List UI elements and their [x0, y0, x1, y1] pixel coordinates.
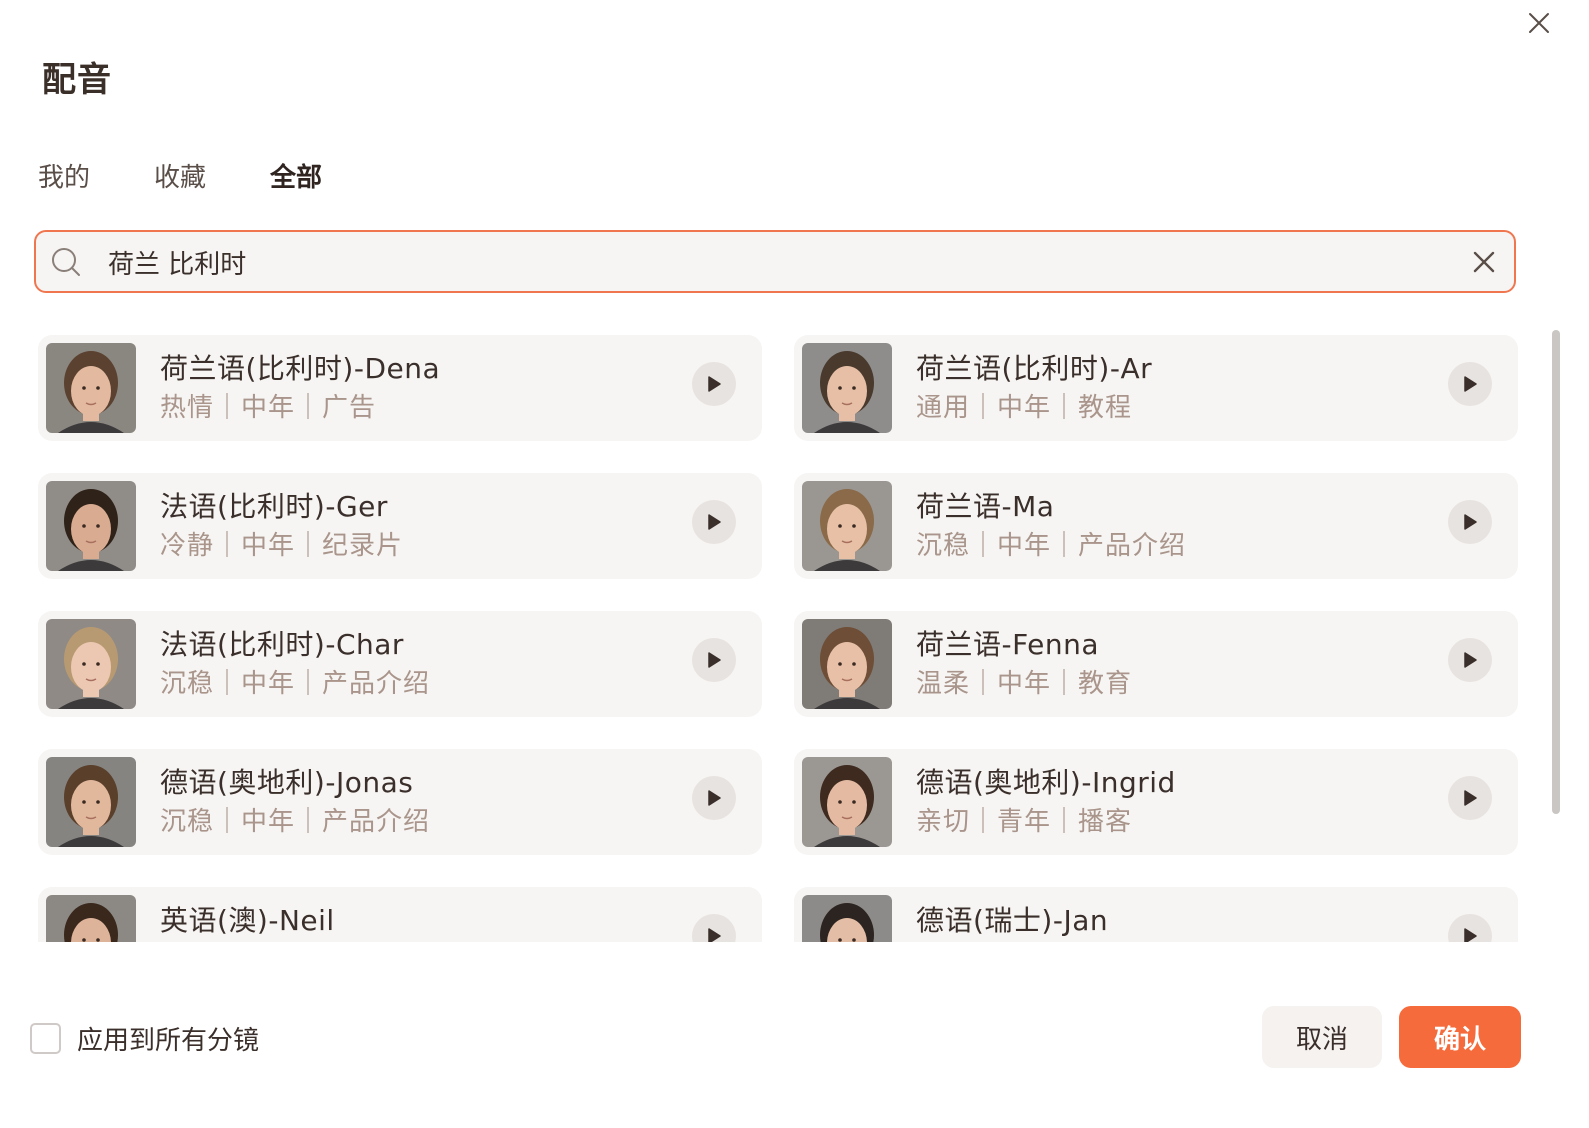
close-icon	[1529, 13, 1549, 33]
search-input[interactable]	[108, 240, 1428, 284]
search-icon	[52, 248, 80, 276]
voice-card[interactable]: 德语(瑞士)-Jan	[794, 887, 1518, 942]
tab-all[interactable]: 全部	[270, 160, 322, 196]
dialog-title: 配音	[42, 60, 112, 100]
voice-avatar	[46, 481, 136, 571]
play-icon	[1464, 790, 1477, 806]
voice-card[interactable]: 荷兰语(比利时)-Ar 通用｜中年｜教程	[794, 335, 1518, 441]
voice-name: 荷兰语-Fenna	[916, 628, 1100, 661]
play-icon	[708, 514, 721, 530]
play-icon	[708, 652, 721, 668]
voice-avatar	[802, 481, 892, 571]
voice-card[interactable]: 荷兰语-Fenna 温柔｜中年｜教育	[794, 611, 1518, 717]
voice-card[interactable]: 法语(比利时)-Ger 冷静｜中年｜纪录片	[38, 473, 762, 579]
tab-favorites[interactable]: 收藏	[154, 160, 206, 196]
play-icon	[708, 376, 721, 392]
voice-card[interactable]: 荷兰语-Ma 沉稳｜中年｜产品介绍	[794, 473, 1518, 579]
search-box	[34, 230, 1516, 293]
voice-tags: 沉稳｜中年｜产品介绍	[160, 807, 431, 837]
voice-tags: 沉稳｜中年｜产品介绍	[916, 531, 1187, 561]
play-icon	[1464, 514, 1477, 530]
voice-name: 德语(瑞士)-Jan	[916, 904, 1109, 937]
apply-all-checkbox[interactable]	[30, 1023, 61, 1054]
voice-card[interactable]: 德语(奥地利)-Ingrid 亲切｜青年｜播客	[794, 749, 1518, 855]
voice-avatar	[802, 619, 892, 709]
play-preview-button[interactable]	[692, 500, 736, 544]
cancel-button[interactable]: 取消	[1262, 1006, 1382, 1068]
play-preview-button[interactable]	[692, 638, 736, 682]
voice-tags: 冷静｜中年｜纪录片	[160, 531, 404, 561]
play-preview-button[interactable]	[692, 776, 736, 820]
voice-name: 法语(比利时)-Char	[160, 628, 404, 661]
voice-avatar	[46, 619, 136, 709]
play-preview-button[interactable]	[1448, 500, 1492, 544]
confirm-button[interactable]: 确认	[1399, 1006, 1521, 1068]
voice-grid: 荷兰语(比利时)-Dena 热情｜中年｜广告 荷兰语(比利时)-Ar 通用｜中年…	[38, 335, 1518, 942]
play-icon	[708, 928, 721, 942]
voice-name: 荷兰语(比利时)-Ar	[916, 352, 1153, 385]
play-preview-button[interactable]	[1448, 776, 1492, 820]
voice-name: 德语(奥地利)-Ingrid	[916, 766, 1176, 799]
voice-card[interactable]: 德语(奥地利)-Jonas 沉稳｜中年｜产品介绍	[38, 749, 762, 855]
voice-card[interactable]: 英语(澳)-Neil	[38, 887, 762, 942]
voice-name: 英语(澳)-Neil	[160, 904, 335, 937]
play-preview-button[interactable]	[692, 362, 736, 406]
voice-avatar	[46, 343, 136, 433]
clear-search-icon[interactable]	[1470, 248, 1498, 276]
voice-avatar	[46, 895, 136, 942]
voice-tags: 热情｜中年｜广告	[160, 393, 377, 423]
dialog-close-button[interactable]	[1524, 8, 1554, 38]
tab-bar: 我的 收藏 全部	[38, 160, 386, 196]
voice-name: 荷兰语(比利时)-Dena	[160, 352, 441, 385]
tab-mine[interactable]: 我的	[38, 160, 90, 196]
voice-tags: 沉稳｜中年｜产品介绍	[160, 669, 431, 699]
apply-all-option[interactable]: 应用到所有分镜	[30, 1020, 259, 1057]
voice-name: 法语(比利时)-Ger	[160, 490, 388, 523]
play-preview-button[interactable]	[1448, 362, 1492, 406]
scrollbar[interactable]	[1552, 330, 1560, 814]
voice-name: 德语(奥地利)-Jonas	[160, 766, 414, 799]
play-preview-button[interactable]	[692, 914, 736, 942]
voice-card[interactable]: 荷兰语(比利时)-Dena 热情｜中年｜广告	[38, 335, 762, 441]
play-preview-button[interactable]	[1448, 914, 1492, 942]
voice-tags: 温柔｜中年｜教育	[916, 669, 1133, 699]
play-icon	[1464, 376, 1477, 392]
voice-tags: 亲切｜青年｜播客	[916, 807, 1133, 837]
voice-avatar	[802, 757, 892, 847]
voice-avatar	[802, 343, 892, 433]
play-icon	[1464, 928, 1477, 942]
voice-list[interactable]: 荷兰语(比利时)-Dena 热情｜中年｜广告 荷兰语(比利时)-Ar 通用｜中年…	[0, 318, 1545, 942]
play-preview-button[interactable]	[1448, 638, 1492, 682]
voice-avatar	[46, 757, 136, 847]
voice-card[interactable]: 法语(比利时)-Char 沉稳｜中年｜产品介绍	[38, 611, 762, 717]
voice-avatar	[802, 895, 892, 942]
apply-all-label: 应用到所有分镜	[77, 1026, 260, 1056]
play-icon	[1464, 652, 1477, 668]
play-icon	[708, 790, 721, 806]
voice-tags: 通用｜中年｜教程	[916, 393, 1133, 423]
voice-name: 荷兰语-Ma	[916, 490, 1055, 523]
